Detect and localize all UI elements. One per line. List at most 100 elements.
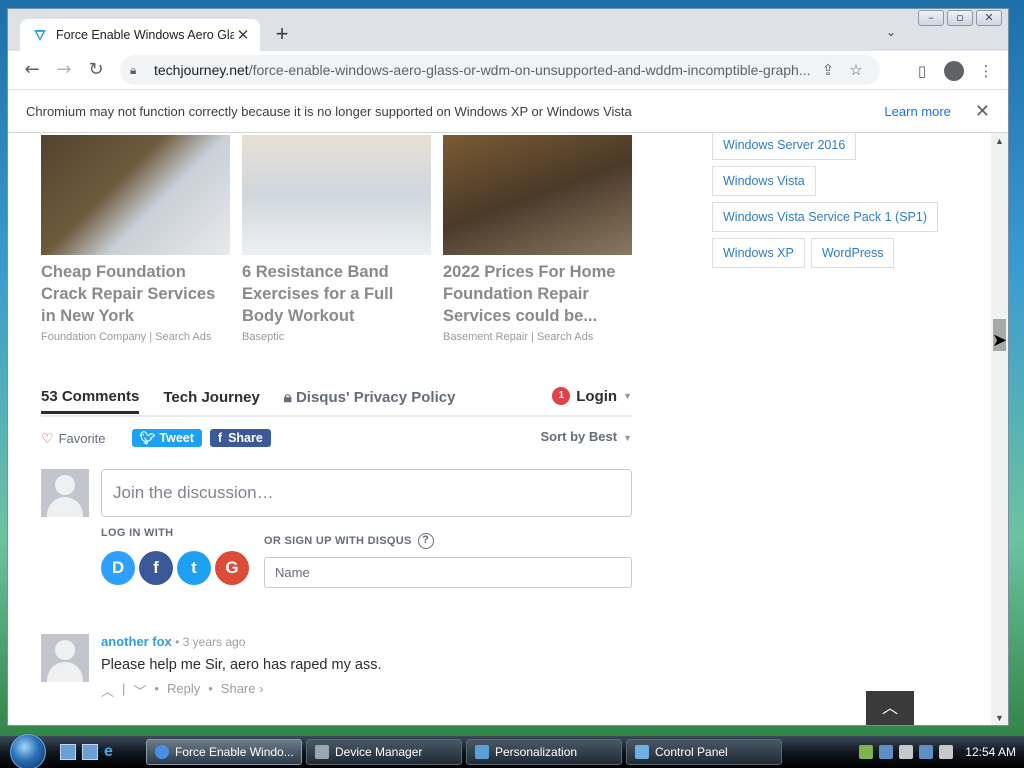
address-bar[interactable]: 🔒︎ techjourney.net/force-enable-windows-… — [120, 55, 880, 85]
task-control-panel[interactable]: Control Panel — [626, 739, 782, 765]
twitter-login-icon[interactable]: t — [177, 551, 211, 585]
learn-more-link[interactable]: Learn more — [884, 104, 950, 119]
browser-tab[interactable]: Force Enable Windows Aero Glass ✕ — [20, 19, 260, 51]
reload-button[interactable]: ↻ — [80, 54, 112, 86]
unsupported-os-infobar: Chromium may not function correctly beca… — [8, 89, 1008, 133]
ad-image[interactable] — [242, 135, 431, 255]
forward-button[interactable]: → — [48, 54, 80, 86]
new-tab-button[interactable]: + — [270, 23, 294, 47]
login-dropdown[interactable]: 1 Login ▼ — [552, 387, 632, 405]
chromium-icon — [155, 745, 169, 759]
ad-title[interactable]: Cheap Foundation Crack Repair Services i… — [41, 261, 230, 327]
upvote-icon[interactable]: ︿ — [101, 681, 114, 700]
share-link[interactable]: Share › — [221, 681, 264, 700]
login-label: Login — [576, 387, 618, 405]
comment-meta: another fox • 3 years ago — [101, 634, 246, 649]
tag-cloud: Windows Server 2016 Windows Vista Window… — [712, 133, 952, 274]
lock-icon: 🔒︎ — [283, 388, 292, 406]
tab-strip: Force Enable Windows Aero Glass ✕ + ⌄ — [8, 9, 1008, 51]
ad-image[interactable] — [443, 135, 632, 255]
comment-input[interactable]: Join the discussion… — [101, 469, 632, 517]
ad-card[interactable]: 6 Resistance Band Exercises for a Full B… — [242, 135, 431, 343]
side-panel-icon[interactable]: ▯ — [906, 55, 938, 87]
tray-app-icon[interactable] — [899, 745, 914, 759]
social-buttons: D f t G — [101, 551, 264, 585]
disqus-comments: 53 Comments Tech Journey 🔒︎ Disqus' Priv… — [41, 385, 632, 700]
url-domain: techjourney.net — [154, 62, 249, 78]
task-label: Force Enable Windo... — [175, 745, 294, 759]
facebook-login-icon[interactable]: f — [139, 551, 173, 585]
ad-title[interactable]: 2022 Prices For Home Foundation Repair S… — [443, 261, 632, 327]
ad-source: Baseptic — [242, 331, 285, 343]
downvote-icon[interactable]: ﹀ — [133, 681, 146, 700]
avatar[interactable] — [41, 634, 89, 682]
infobar-close-icon[interactable]: ✕ — [975, 101, 990, 122]
scroll-up-icon[interactable]: ▲ — [991, 133, 1008, 150]
privacy-policy-link[interactable]: 🔒︎ Disqus' Privacy Policy — [284, 389, 456, 412]
login-options: LOG IN WITH D f t G OR SIGN UP WITH DISQ… — [101, 527, 632, 588]
tweet-button[interactable]: 🐦︎ Tweet — [131, 429, 202, 447]
ad-title[interactable]: 6 Resistance Band Exercises for a Full B… — [242, 261, 431, 327]
tag-link[interactable]: Windows XP — [712, 238, 805, 268]
scroll-down-icon[interactable]: ▼ — [991, 710, 1008, 725]
url-text[interactable]: techjourney.net/force-enable-windows-aer… — [154, 62, 814, 78]
disqus-login-icon[interactable]: D — [101, 551, 135, 585]
help-question-icon[interactable]: ? — [417, 533, 434, 549]
chevron-down-icon: ▼ — [623, 433, 632, 443]
tag-link[interactable]: WordPress — [810, 238, 895, 268]
volume-muted-icon[interactable] — [939, 745, 954, 759]
lock-icon[interactable]: 🔒︎ — [130, 63, 144, 78]
google-login-icon[interactable]: G — [215, 551, 249, 585]
tweet-label: Tweet — [159, 431, 194, 445]
device-manager-icon — [315, 745, 329, 759]
name-field[interactable]: Name — [264, 557, 632, 588]
taskbar: e Force Enable Windo... Device Manager P… — [0, 734, 1024, 768]
tab-close-icon[interactable]: ✕ — [234, 26, 252, 44]
favorite-label: Favorite — [58, 430, 106, 446]
scroll-to-top-button[interactable]: ︿ — [866, 691, 914, 725]
task-label: Personalization — [495, 745, 578, 759]
control-panel-icon — [635, 745, 649, 759]
task-label: Control Panel — [655, 745, 728, 759]
back-button[interactable]: ← — [16, 54, 48, 86]
tab-comments[interactable]: 53 Comments — [41, 388, 140, 414]
tag-link[interactable]: Windows Vista — [712, 166, 816, 196]
toolbar-right: ▯ ⋮ — [906, 55, 1002, 87]
page-scrollbar[interactable]: ▲ ▼ — [991, 133, 1008, 725]
heart-icon: ♡ — [41, 429, 54, 446]
tag-link[interactable]: Windows Server 2016 — [712, 133, 857, 160]
system-tray: 12:54 AM — [859, 736, 1016, 768]
tab-search-chevron-icon[interactable]: ⌄ — [886, 25, 896, 39]
facebook-icon: f — [217, 431, 223, 445]
network-icon[interactable] — [919, 745, 934, 759]
signup-label: OR SIGN UP WITH DISQUS? — [264, 533, 632, 549]
tab-community[interactable]: Tech Journey — [163, 389, 259, 412]
facebook-share-button[interactable]: f Share — [209, 429, 271, 447]
task-device-manager[interactable]: Device Manager — [306, 739, 462, 765]
tray-app-icon[interactable] — [879, 745, 894, 759]
task-personalization[interactable]: Personalization — [466, 739, 622, 765]
share-icon[interactable]: ⇪ — [814, 61, 842, 79]
quick-launch: e — [60, 744, 120, 760]
reply-link[interactable]: Reply — [167, 681, 200, 700]
ad-card[interactable]: Cheap Foundation Crack Repair Services i… — [41, 135, 230, 343]
switch-windows-icon[interactable] — [82, 744, 98, 760]
tag-link[interactable]: Windows Vista Service Pack 1 (SP1) — [712, 202, 939, 232]
internet-explorer-icon[interactable]: e — [104, 744, 120, 760]
favorite-button[interactable]: ♡ Favorite — [41, 430, 106, 447]
bookmark-star-icon[interactable]: ☆ — [842, 61, 870, 79]
ad-image[interactable] — [41, 135, 230, 255]
tab-title: Force Enable Windows Aero Glass — [56, 28, 234, 42]
tray-app-icon[interactable] — [859, 745, 874, 759]
twitter-icon: 🐦︎ — [139, 430, 156, 445]
clock[interactable]: 12:54 AM — [965, 745, 1016, 759]
menu-kebab-icon[interactable]: ⋮ — [970, 55, 1002, 87]
task-chromium[interactable]: Force Enable Windo... — [146, 739, 302, 765]
comment-time[interactable]: 3 years ago — [183, 635, 246, 649]
start-orb-icon[interactable] — [10, 734, 46, 768]
comment-author[interactable]: another fox — [101, 634, 172, 649]
sort-dropdown[interactable]: Sort by Best ▼ — [541, 429, 633, 444]
show-desktop-icon[interactable] — [60, 744, 76, 760]
profile-avatar-icon[interactable] — [944, 61, 964, 81]
ad-card[interactable]: 2022 Prices For Home Foundation Repair S… — [443, 135, 632, 343]
